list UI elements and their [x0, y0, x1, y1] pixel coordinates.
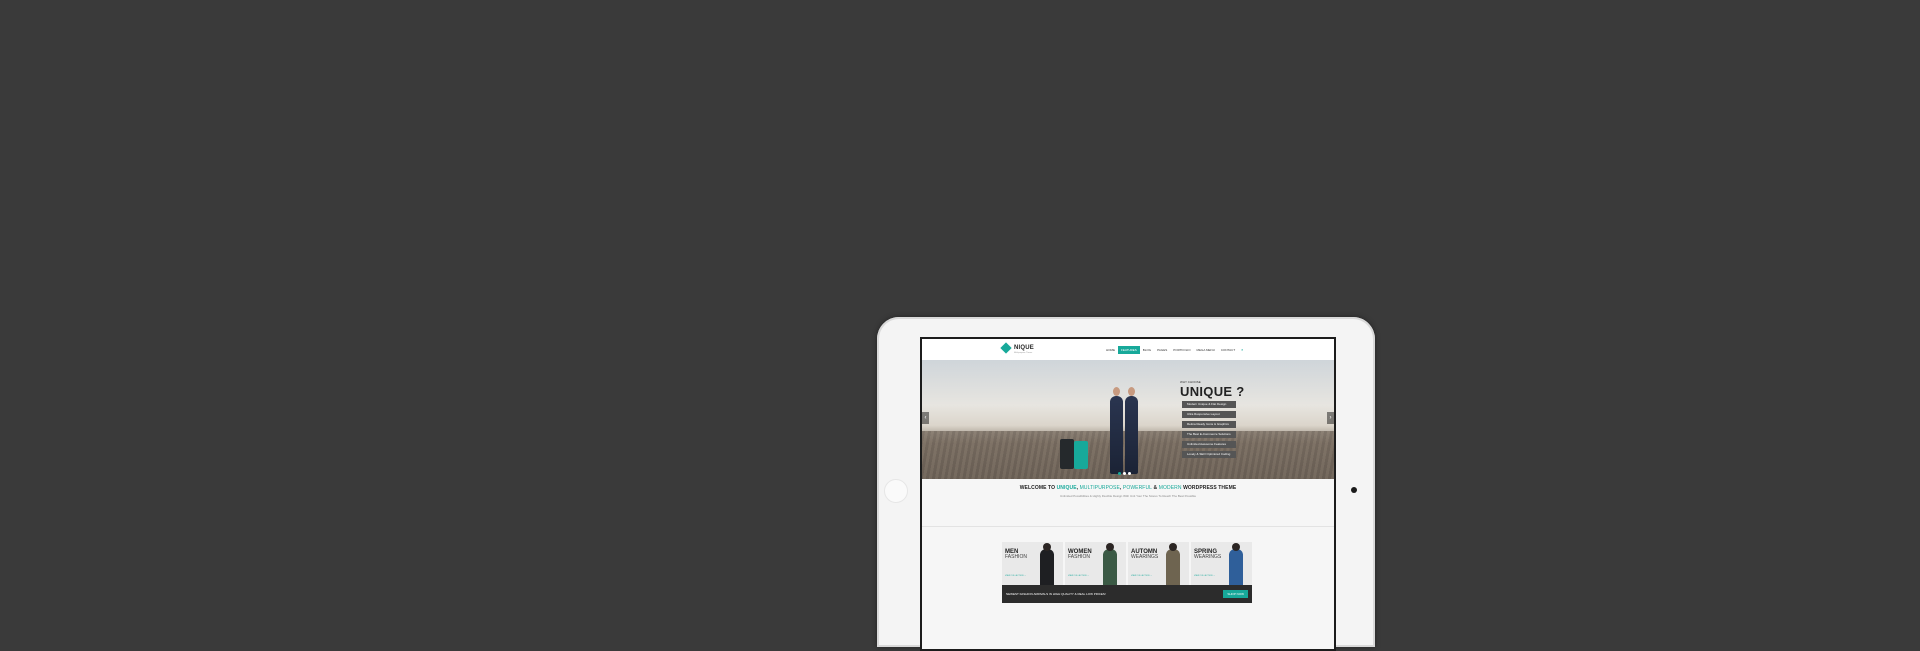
tablet-device: NIQUE Multipurpose Theme Home Features B… — [877, 317, 1375, 651]
slider-next-arrow-icon[interactable]: › — [1327, 412, 1334, 424]
category-card-spring[interactable]: SPRING WEARINGS VIEW COLLECTION → — [1191, 542, 1252, 585]
shop-now-button[interactable]: SHOP NOW — [1223, 590, 1248, 598]
search-icon[interactable]: ⌕ — [1238, 346, 1246, 354]
suitcase-graphic — [1074, 441, 1088, 469]
card-link[interactable]: VIEW COLLECTION → — [1068, 575, 1089, 577]
category-card-men[interactable]: MEN FASHION VIEW COLLECTION → — [1002, 542, 1063, 585]
hero-feature-item: Unlimited Awesome Features — [1182, 441, 1236, 448]
card-subtitle: FASHION — [1005, 554, 1027, 560]
promo-bar: NEWEST FASHION ARRIVALS IN HIGH QUALITY … — [1002, 585, 1252, 603]
site-logo[interactable]: NIQUE Multipurpose Theme — [1000, 342, 1035, 354]
logo-text: NIQUE — [1014, 345, 1035, 351]
card-link[interactable]: VIEW COLLECTION → — [1131, 575, 1152, 577]
card-link[interactable]: VIEW COLLECTION → — [1194, 575, 1215, 577]
nav-item-blog[interactable]: Blog — [1140, 346, 1154, 354]
slider-dot[interactable] — [1123, 472, 1126, 475]
suitcase-graphic — [1060, 439, 1074, 469]
welcome-brand: UNIQUE — [1056, 485, 1077, 491]
card-subtitle: WEARINGS — [1131, 554, 1159, 560]
slider-pagination — [1118, 472, 1131, 475]
logo-tagline: Multipurpose Theme — [1014, 352, 1033, 354]
nav-item-pages[interactable]: Pages — [1154, 346, 1170, 354]
model-graphic — [1110, 387, 1123, 474]
hero-feature-item: Lovely & SEO Optimized Coding — [1182, 451, 1236, 458]
welcome-subtitle: Unlimited Possibilities & Highly Flexibl… — [1059, 494, 1197, 498]
nav-item-features[interactable]: Features — [1118, 346, 1140, 354]
site-header: NIQUE Multipurpose Theme Home Features B… — [922, 339, 1334, 361]
home-button[interactable] — [884, 479, 908, 503]
welcome-word: MULTIPURPOSE — [1079, 485, 1120, 491]
model-graphic — [1125, 387, 1138, 474]
nav-item-mega-menu[interactable]: Mega Menu — [1194, 346, 1218, 354]
welcome-title: WELCOME TO UNIQUE, MULTIPURPOSE, POWERFU… — [922, 485, 1334, 491]
card-link[interactable]: VIEW COLLECTION → — [1005, 575, 1026, 577]
hero-feature-item: Ultra Responsive Layout — [1182, 411, 1236, 418]
logo-diamond-icon — [1000, 342, 1012, 354]
section-divider — [922, 526, 1334, 527]
hero-title: UNIQUE ? — [1180, 384, 1245, 399]
welcome-suffix: WORDPRESS THEME — [1183, 485, 1237, 491]
welcome-section: WELCOME TO UNIQUE, MULTIPURPOSE, POWERFU… — [922, 485, 1334, 498]
promo-text: NEWEST FASHION ARRIVALS IN HIGH QUALITY … — [1006, 592, 1106, 596]
model-graphic — [1166, 543, 1180, 585]
hero-feature-item: Retina Ready Icons & Graphics — [1182, 421, 1236, 428]
welcome-word: MODERN — [1158, 485, 1182, 491]
camera-dot — [1351, 487, 1357, 493]
card-subtitle: FASHION — [1068, 554, 1090, 560]
category-card-women[interactable]: WOMEN FASHION VIEW COLLECTION → — [1065, 542, 1126, 585]
welcome-sep: , — [1119, 485, 1122, 491]
slider-dot[interactable] — [1118, 472, 1121, 475]
model-graphic — [1103, 543, 1117, 585]
hero-feature-list: Modern Unique & Flat Design Ultra Respon… — [1182, 401, 1236, 458]
slider-prev-arrow-icon[interactable]: ‹ — [922, 412, 929, 424]
nav-item-contact[interactable]: Contact — [1218, 346, 1238, 354]
welcome-sep: & — [1153, 485, 1158, 491]
main-nav: Home Features Blog Pages Portfolio Mega … — [1103, 346, 1246, 354]
card-subtitle: WEARINGS — [1194, 554, 1222, 560]
welcome-prefix: WELCOME TO — [1019, 485, 1056, 491]
hero-feature-item: Modern Unique & Flat Design — [1182, 401, 1236, 408]
nav-item-portfolio[interactable]: Portfolio — [1170, 346, 1193, 354]
model-graphic — [1040, 543, 1054, 585]
hero-slider: ‹ › WHY CHOOSE UNIQUE ? Modern Unique & … — [922, 360, 1334, 479]
hero-feature-item: The Best E-Commerce Solutions — [1182, 431, 1236, 438]
nav-item-home[interactable]: Home — [1103, 346, 1118, 354]
welcome-word: POWERFUL — [1122, 485, 1153, 491]
category-card-automn[interactable]: AUTOMN WEARINGS VIEW COLLECTION → — [1128, 542, 1189, 585]
tablet-screen: NIQUE Multipurpose Theme Home Features B… — [920, 337, 1336, 651]
welcome-sep: , — [1076, 485, 1079, 491]
slider-dot[interactable] — [1128, 472, 1131, 475]
category-cards: MEN FASHION VIEW COLLECTION → WOMEN FASH… — [1002, 542, 1252, 585]
model-graphic — [1229, 543, 1243, 585]
